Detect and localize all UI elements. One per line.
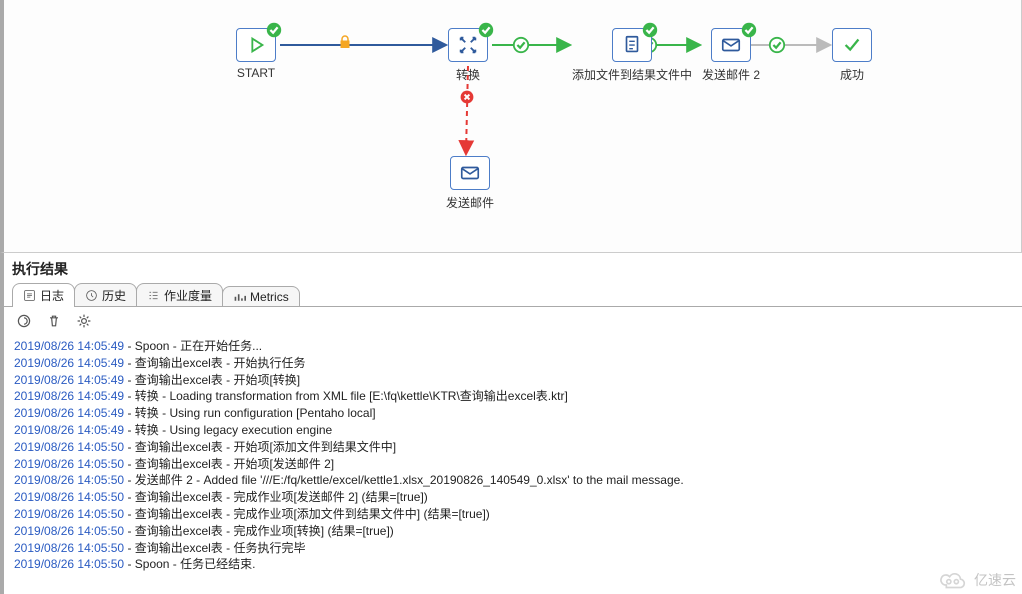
log-line: 2019/08/26 14:05:49 - 查询输出excel表 - 开始执行任… xyxy=(14,355,1012,372)
node-label: 发送邮件 2 xyxy=(702,66,760,83)
log-line: 2019/08/26 14:05:49 - 查询输出excel表 - 开始项[转… xyxy=(14,372,1012,389)
list-icon xyxy=(147,289,160,302)
play-icon xyxy=(245,34,267,56)
tab-history[interactable]: 历史 xyxy=(74,283,137,307)
log-line: 2019/08/26 14:05:50 - 查询输出excel表 - 完成作业项… xyxy=(14,523,1012,540)
status-ok-icon xyxy=(477,21,495,39)
file-add-icon xyxy=(621,34,643,56)
settings-button[interactable] xyxy=(74,311,94,334)
status-ok-icon xyxy=(265,21,283,39)
tab-label: 历史 xyxy=(102,287,126,304)
history-icon xyxy=(85,289,98,302)
node-label: 发送邮件 xyxy=(446,194,494,211)
log-toolbar xyxy=(0,307,1022,338)
log-line: 2019/08/26 14:05:50 - Spoon - 任务已经结束. xyxy=(14,556,1012,573)
transform-icon xyxy=(457,34,479,56)
log-icon xyxy=(23,289,36,302)
hop-check-icon xyxy=(512,36,530,54)
log-line: 2019/08/26 14:05:49 - Spoon - 正在开始任务... xyxy=(14,338,1012,355)
tab-log[interactable]: 日志 xyxy=(12,283,75,307)
node-transform[interactable]: 转换 xyxy=(448,28,488,83)
log-line: 2019/08/26 14:05:50 - 发送邮件 2 - Added fil… xyxy=(14,472,1012,489)
tab-label: 日志 xyxy=(40,287,64,304)
tab-label: Metrics xyxy=(250,290,289,304)
check-icon xyxy=(841,34,863,56)
clear-log-button[interactable] xyxy=(14,311,34,334)
tab-label: 作业度量 xyxy=(164,287,212,304)
node-start[interactable]: START xyxy=(236,28,276,80)
node-mail-fail[interactable]: 发送邮件 xyxy=(446,156,494,211)
log-line: 2019/08/26 14:05:50 - 查询输出excel表 - 完成作业项… xyxy=(14,489,1012,506)
status-ok-icon xyxy=(740,21,758,39)
log-line: 2019/08/26 14:05:50 - 查询输出excel表 - 开始项[发… xyxy=(14,456,1012,473)
canvas[interactable]: START 转换 添加文件到结果文件中 发送邮件 2 成功 发送邮件 xyxy=(0,0,1022,253)
results-header: 执行结果 xyxy=(0,253,1022,283)
log-line: 2019/08/26 14:05:50 - 查询输出excel表 - 完成作业项… xyxy=(14,506,1012,523)
log-line: 2019/08/26 14:05:49 - 转换 - Loading trans… xyxy=(14,388,1012,405)
hop-error-icon xyxy=(459,89,475,105)
metrics-icon xyxy=(233,291,246,304)
mail-icon xyxy=(459,162,481,184)
node-success[interactable]: 成功 xyxy=(832,28,872,83)
watermark: 亿速云 xyxy=(936,570,1016,590)
node-addfile[interactable]: 添加文件到结果文件中 xyxy=(572,28,692,83)
lock-icon xyxy=(336,33,354,51)
tabbar: 日志 历史 作业度量 Metrics xyxy=(0,283,1022,307)
mail-icon xyxy=(720,34,742,56)
log-line: 2019/08/26 14:05:49 - 转换 - Using run con… xyxy=(14,405,1012,422)
node-label: START xyxy=(237,66,275,80)
hop-check-icon xyxy=(768,36,786,54)
delete-log-button[interactable] xyxy=(44,311,64,334)
status-ok-icon xyxy=(641,21,659,39)
log-line: 2019/08/26 14:05:50 - 查询输出excel表 - 任务执行完… xyxy=(14,540,1012,557)
tab-metrics[interactable]: Metrics xyxy=(222,286,300,307)
node-label: 添加文件到结果文件中 xyxy=(572,66,692,83)
cloud-icon xyxy=(936,570,970,590)
log-line: 2019/08/26 14:05:50 - 查询输出excel表 - 开始项[添… xyxy=(14,439,1012,456)
node-label: 转换 xyxy=(456,66,480,83)
tab-jobmetrics[interactable]: 作业度量 xyxy=(136,283,223,307)
node-label: 成功 xyxy=(840,66,864,83)
log-output[interactable]: 2019/08/26 14:05:49 - Spoon - 正在开始任务...2… xyxy=(0,338,1022,594)
log-line: 2019/08/26 14:05:49 - 转换 - Using legacy … xyxy=(14,422,1012,439)
node-mail2[interactable]: 发送邮件 2 xyxy=(702,28,760,83)
